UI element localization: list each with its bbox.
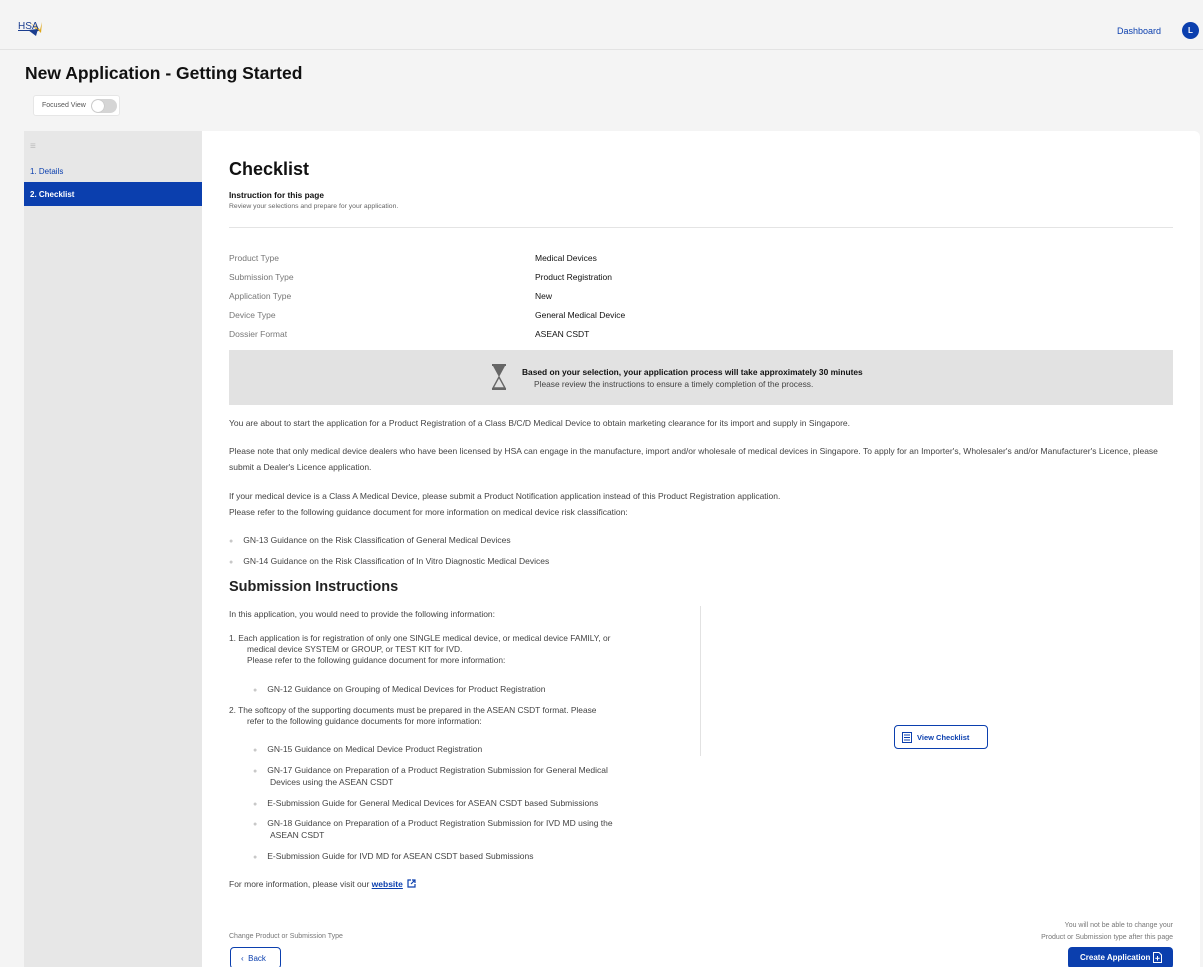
dashboard-link[interactable]: Dashboard: [1117, 26, 1161, 36]
sidebar-item-details[interactable]: 1. Details: [24, 159, 202, 183]
website-prefix: For more information, please visit our: [229, 879, 372, 889]
list-item[interactable]: ● GN-13 Guidance on the Risk Classificati…: [229, 535, 511, 545]
toggle-knob: [92, 100, 104, 112]
focused-view-label: Focused View: [42, 102, 86, 109]
list-item-continuation[interactable]: ASEAN CSDT: [270, 830, 324, 840]
doc-link[interactable]: GN-13 Guidance on the Risk Classificatio…: [243, 535, 510, 545]
doc-link[interactable]: GN-14 Guidance on the Risk Classificatio…: [243, 556, 549, 566]
hamburger-icon[interactable]: ≡: [30, 141, 36, 152]
list-item[interactable]: ● GN-17 Guidance on Preparation of a Prod…: [253, 765, 608, 775]
selection-label: Device Type: [229, 310, 276, 320]
back-label: Back: [248, 954, 266, 963]
selection-label: Submission Type: [229, 272, 294, 282]
time-estimate-banner: Based on your selection, your applicatio…: [229, 350, 1173, 405]
create-application-button[interactable]: Create Application: [1068, 947, 1173, 967]
selection-label: Application Type: [229, 291, 292, 301]
doc-link[interactable]: GN-18 Guidance on Preparation of a Produ…: [267, 818, 612, 828]
doc-link[interactable]: GN-15 Guidance on Medical Device Product…: [267, 744, 482, 754]
chevron-left-icon: ‹: [241, 954, 244, 963]
list-item-text: 2. The softcopy of the supporting docume…: [229, 705, 597, 715]
list-item[interactable]: ● GN-15 Guidance on Medical Device Produc…: [253, 744, 482, 754]
doc-link[interactable]: E-Submission Guide for IVD MD for ASEAN …: [267, 851, 533, 861]
submission-heading: Submission Instructions: [229, 579, 399, 595]
column-divider: [700, 606, 701, 756]
sidebar: ≡ 1. Details 2. Checklist: [24, 131, 202, 967]
list-item-text: 1. Each application is for registration …: [229, 633, 611, 643]
warning-text: You will not be able to change your Prod…: [972, 920, 1173, 944]
view-checklist-label: View Checklist: [917, 733, 970, 742]
page-title: New Application - Getting Started: [25, 63, 303, 83]
divider: [229, 227, 1173, 228]
website-link[interactable]: website: [372, 879, 403, 889]
checklist-icon: [902, 732, 912, 743]
selection-value: New: [535, 291, 553, 301]
selection-value: Medical Devices: [535, 253, 597, 263]
focused-view-toggle[interactable]: Focused View: [33, 95, 120, 116]
estimate-main-text: Based on your selection, your applicatio…: [522, 367, 863, 377]
hourglass-icon: [491, 364, 507, 390]
list-item-continuation[interactable]: Devices using the ASEAN CSDT: [270, 777, 393, 787]
logo-text: HSA: [18, 21, 39, 32]
selection-value: ASEAN CSDT: [535, 329, 590, 339]
doc-link[interactable]: GN-17 Guidance on Preparation of a Produ…: [267, 765, 608, 775]
doc-link[interactable]: E-Submission Guide for General Medical D…: [267, 798, 598, 808]
selection-label: Product Type: [229, 253, 279, 263]
view-checklist-button[interactable]: View Checklist: [894, 725, 988, 749]
list-item[interactable]: ● E-Submission Guide for General Medical …: [253, 798, 598, 808]
intro-paragraph: You are about to start the application f…: [229, 418, 850, 428]
doc-link[interactable]: GN-12 Guidance on Grouping of Medical De…: [267, 684, 545, 694]
dealer-paragraph: Please note that only medical device dea…: [229, 446, 1158, 472]
warning-line: Product or Submission type after this pa…: [1041, 934, 1173, 941]
avatar[interactable]: L: [1182, 22, 1199, 39]
main-content: Checklist Instruction for this page Revi…: [202, 131, 1200, 967]
list-item-text: Please refer to the following guidance d…: [247, 655, 506, 665]
selection-label: Dossier Format: [229, 329, 288, 339]
external-link-icon[interactable]: [407, 879, 416, 888]
selection-value: Product Registration: [535, 272, 613, 282]
list-item-text: refer to the following guidance document…: [247, 716, 482, 726]
back-button[interactable]: ‹ Back: [230, 947, 281, 967]
list-item[interactable]: ● GN-14 Guidance on the Risk Classificati…: [229, 556, 549, 566]
instruction-title: Instruction for this page: [229, 190, 324, 200]
sidebar-item-checklist[interactable]: 2. Checklist: [24, 182, 202, 206]
estimate-sub-text: Please review the instructions to ensure…: [534, 379, 814, 389]
top-bar: HSA Dashboard L: [0, 12, 1203, 50]
warning-line: You will not be able to change your: [1064, 922, 1173, 929]
selection-value: General Medical Device: [535, 310, 626, 320]
list-item[interactable]: ● GN-12 Guidance on Grouping of Medical D…: [253, 684, 546, 694]
change-type-text: Change Product or Submission Type: [229, 933, 343, 940]
section-title: Checklist: [229, 159, 310, 179]
submission-intro: In this application, you would need to p…: [229, 609, 496, 619]
create-application-label: Create Application: [1080, 953, 1151, 962]
list-item-text: medical device SYSTEM or GROUP, or TEST …: [247, 644, 463, 654]
risk-guidance-paragraph: Please refer to the following guidance d…: [229, 507, 628, 517]
class-a-paragraph: If your medical device is a Class A Medi…: [229, 491, 781, 501]
list-item[interactable]: ● E-Submission Guide for IVD MD for ASEAN…: [253, 851, 534, 861]
toggle-switch[interactable]: [91, 99, 117, 113]
list-item[interactable]: ● GN-18 Guidance on Preparation of a Prod…: [253, 818, 613, 828]
website-line: For more information, please visit our w…: [229, 879, 416, 889]
instruction-subtitle: Review your selections and prepare for y…: [229, 203, 399, 210]
document-icon: [1153, 952, 1162, 963]
